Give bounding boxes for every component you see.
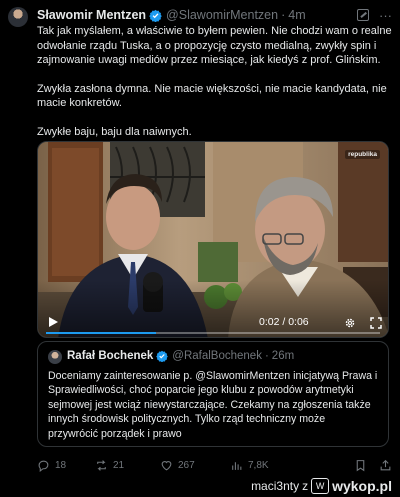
repost-count: 21 — [113, 459, 125, 471]
progress-bar[interactable] — [46, 332, 380, 334]
quote-header: Rafał Bochenek @RafalBochenek · 26m — [67, 350, 294, 362]
video-time: 0:02 / 0:06 — [259, 316, 309, 328]
author-name[interactable]: Sławomir Mentzen — [37, 8, 146, 22]
settings-button[interactable] — [344, 316, 356, 328]
fullscreen-icon — [370, 317, 382, 329]
tweet-text: Tak jak myślałem, a właściwie to byłem p… — [37, 24, 392, 154]
like-count: 267 — [178, 459, 195, 471]
quote-author-avatar[interactable] — [48, 350, 62, 364]
grok-icon[interactable] — [357, 9, 369, 21]
progress-fill — [46, 332, 157, 334]
share-icon — [380, 459, 391, 470]
author-avatar[interactable] — [8, 7, 28, 27]
more-options-icon[interactable]: ··· — [379, 8, 392, 23]
tweet-paragraph: Zwykłe baju, baju dla naiwnych. — [37, 125, 192, 138]
quote-time[interactable]: 26m — [272, 350, 294, 362]
play-button[interactable] — [47, 315, 59, 327]
views-count: 7,8K — [248, 459, 269, 471]
views-icon — [232, 461, 242, 470]
tweet-paragraph: Zwykła zasłona dymna. Nie macie większoś… — [37, 82, 387, 110]
tweet-actions: 18 21 267 7,8K — [37, 458, 392, 472]
reply-count: 18 — [55, 459, 67, 471]
quoted-tweet[interactable]: Rafał Bochenek @RafalBochenek · 26m Doce… — [37, 341, 389, 447]
gear-icon — [345, 318, 355, 328]
video-player[interactable]: republika 0:02 / 0:06 — [37, 141, 389, 338]
quote-separator: · — [264, 350, 269, 362]
tweet-paragraph: Tak jak myślałem, a właściwie to byłem p… — [37, 25, 392, 67]
heart-icon — [161, 460, 172, 470]
wykop-logo-icon: W — [311, 478, 330, 494]
video-frame — [38, 142, 388, 337]
author-handle[interactable]: @SlawomirMentzen — [166, 8, 278, 22]
watermark-connector: z — [302, 479, 309, 493]
quote-author-handle[interactable]: @RafalBochenek — [172, 350, 262, 362]
bookmark-icon — [356, 459, 365, 471]
share-button[interactable] — [379, 459, 392, 472]
tweet-time[interactable]: 4m — [288, 8, 305, 22]
like-button[interactable]: 267 — [160, 459, 230, 472]
quote-author-name[interactable]: Rafał Bochenek — [67, 350, 153, 362]
reply-button[interactable]: 18 — [37, 459, 95, 472]
header-separator: · — [281, 8, 286, 22]
reply-icon — [38, 460, 49, 472]
fullscreen-button[interactable] — [370, 316, 382, 329]
quote-text: Doceniamy zainteresowanie p. @SlawomirMe… — [48, 370, 378, 440]
verified-badge-icon — [156, 350, 169, 362]
wykop-watermark: maci3nty z W wykop.pl — [251, 478, 392, 494]
watermark-user: maci3nty — [251, 479, 300, 493]
watermark-brand: wykop.pl — [332, 478, 392, 494]
repost-icon — [97, 459, 106, 471]
repost-button[interactable]: 21 — [95, 459, 160, 472]
channel-tag: republika — [345, 150, 380, 159]
views-button[interactable]: 7,8K — [230, 459, 302, 472]
play-icon — [49, 317, 58, 327]
tweet-header: Sławomir Mentzen @SlawomirMentzen · 4m ·… — [37, 7, 392, 23]
verified-badge-icon — [149, 9, 162, 22]
bookmark-button[interactable] — [354, 459, 367, 472]
